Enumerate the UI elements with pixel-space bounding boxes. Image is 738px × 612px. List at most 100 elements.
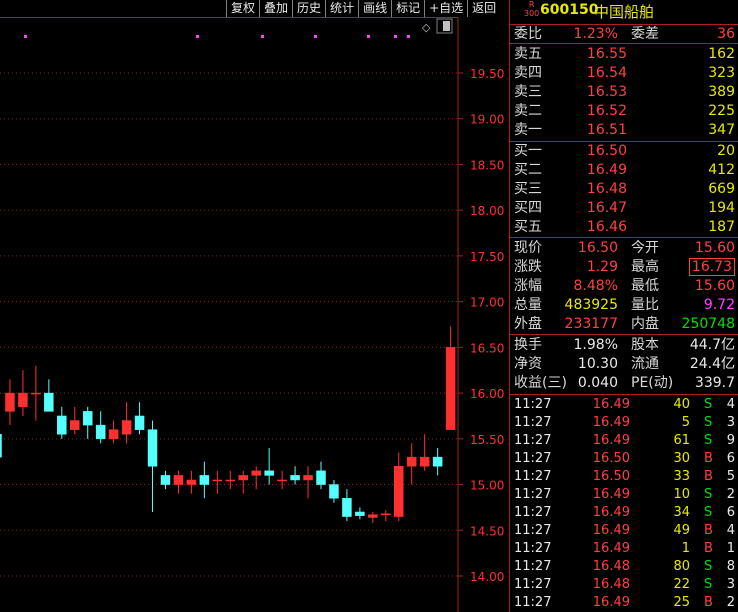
stock-code: 600150	[540, 2, 599, 18]
finance-row: 换手 1.98% 股本 44.7亿	[510, 336, 738, 354]
candle-body[interactable]	[381, 513, 391, 516]
candle-body[interactable]	[5, 392, 15, 412]
sell-label: 卖二	[514, 103, 542, 119]
signal-marker	[394, 35, 397, 38]
tick-row[interactable]: 11:27 16.49 10 S 2	[510, 486, 738, 504]
candle-body[interactable]	[70, 420, 80, 430]
buy-row: 买四 16.47 194	[510, 199, 738, 217]
candle-body[interactable]	[290, 475, 300, 481]
toolbar-button-3[interactable]: 统计	[325, 0, 359, 17]
divider	[510, 394, 738, 395]
candle-body[interactable]	[199, 475, 210, 485]
tick-count: 9	[726, 433, 735, 448]
candle-body[interactable]	[342, 498, 352, 517]
tick-time: 11:27	[514, 559, 552, 574]
tick-volume: 30	[673, 451, 690, 466]
candle-body[interactable]	[251, 470, 261, 476]
buy-row: 买一 16.50 20	[510, 142, 738, 160]
finance-value: 339.7	[694, 375, 735, 391]
candle-body[interactable]	[0, 433, 2, 458]
toolbar-button-1[interactable]: 叠加	[259, 0, 293, 17]
quote-value: 15.60	[694, 278, 735, 294]
tick-direction: B	[704, 523, 713, 538]
y-tick-label: 19.50	[470, 67, 504, 81]
tick-volume: 49	[673, 523, 690, 538]
signal-marker	[314, 35, 317, 38]
tick-time: 11:27	[514, 541, 552, 556]
sell-label: 卖三	[514, 84, 542, 100]
buy-label: 买五	[514, 219, 542, 235]
candle-body[interactable]	[225, 479, 236, 482]
candle-body[interactable]	[329, 484, 339, 499]
candle-body[interactable]	[121, 420, 132, 435]
tick-time: 11:27	[514, 595, 552, 610]
y-tick-label: 18.50	[470, 158, 504, 172]
toolbar-button-4[interactable]: 画线	[358, 0, 392, 17]
tick-price: 16.50	[592, 451, 630, 466]
tick-direction: S	[704, 559, 713, 574]
y-tick-label: 14.00	[470, 570, 504, 584]
candle-body[interactable]	[419, 456, 430, 467]
tick-row[interactable]: 11:27 16.49 61 S 9	[510, 432, 738, 450]
tick-row[interactable]: 11:27 16.49 1 B 1	[510, 540, 738, 558]
tick-row[interactable]: 11:27 16.48 22 S 3	[510, 576, 738, 594]
candle-body[interactable]	[18, 392, 28, 408]
tick-volume: 25	[673, 595, 690, 610]
candlestick-chart[interactable]: ◇ 19.50 19.00 18.50 18.00 17.50 17.00 16.50 16.0…	[0, 0, 510, 612]
candle-body[interactable]	[277, 479, 287, 482]
tick-time: 11:27	[514, 433, 552, 448]
finance-label: 流通	[631, 356, 659, 372]
sell-volume: 323	[708, 65, 735, 81]
toolbar-button-6[interactable]: +自选	[424, 0, 468, 17]
candle-body[interactable]	[264, 470, 274, 476]
tick-row[interactable]: 11:27 16.50 33 B 5	[510, 468, 738, 486]
tick-row[interactable]: 11:27 16.49 40 S 4	[510, 396, 738, 414]
candle-body[interactable]	[95, 424, 106, 440]
candle-body[interactable]	[355, 511, 365, 516]
candle-body[interactable]	[44, 392, 54, 412]
toolbar-button-5[interactable]: 标记	[391, 0, 425, 17]
candle-body[interactable]	[445, 347, 456, 430]
buy-volume: 20	[717, 143, 735, 159]
toolbar-button-2[interactable]: 历史	[292, 0, 326, 17]
candle-body[interactable]	[316, 470, 326, 485]
quote-value: 233177	[564, 316, 618, 332]
chart-toolbar: 复权 叠加 历史 统计 画线 标记 +自选 返回	[226, 0, 501, 17]
candle-body[interactable]	[160, 475, 171, 485]
tick-row[interactable]: 11:27 16.48 80 S 8	[510, 558, 738, 576]
candle-body[interactable]	[186, 479, 197, 485]
tick-row[interactable]: 11:27 16.49 5 S 3	[510, 414, 738, 432]
y-tick-label: 15.00	[470, 479, 504, 493]
tick-row[interactable]: 11:27 16.50 30 B 6	[510, 450, 738, 468]
tick-row[interactable]: 11:27 16.49 49 B 4	[510, 522, 738, 540]
candle-body[interactable]	[406, 456, 417, 467]
candle-body[interactable]	[82, 411, 93, 426]
quote-value: 8.48%	[573, 278, 618, 294]
candle-body[interactable]	[394, 466, 404, 517]
toolbar-button-0[interactable]: 复权	[226, 0, 260, 17]
candle-body[interactable]	[31, 392, 41, 395]
quote-row: 外盘 233177 内盘 250748	[510, 315, 738, 333]
sell-price: 16.52	[586, 103, 627, 119]
candle-body[interactable]	[134, 415, 145, 430]
candle-body[interactable]	[147, 429, 158, 467]
candle-body[interactable]	[173, 475, 184, 485]
y-tick-label: 18.00	[470, 204, 504, 218]
candle-body[interactable]	[238, 475, 248, 481]
tick-row[interactable]: 11:27 16.49 25 B 2	[510, 594, 738, 612]
tick-volume: 10	[673, 487, 690, 502]
toolbar-button-7[interactable]: 返回	[467, 0, 501, 17]
candle-body[interactable]	[108, 429, 119, 440]
candle-body[interactable]	[368, 514, 378, 518]
candle-body[interactable]	[57, 415, 67, 435]
finance-label: 净资	[514, 356, 542, 372]
buy-price: 16.48	[586, 181, 627, 197]
candle-body[interactable]	[303, 475, 313, 481]
finance-row: 收益(三) 0.040 PE(动) 339.7	[510, 374, 738, 392]
candle-body[interactable]	[212, 479, 223, 482]
tick-row[interactable]: 11:27 16.49 34 S 6	[510, 504, 738, 522]
candle-body[interactable]	[432, 456, 443, 467]
buy-volume: 669	[708, 181, 735, 197]
diamond-icon[interactable]: ◇	[422, 21, 431, 34]
scroll-thumb[interactable]	[443, 21, 450, 31]
